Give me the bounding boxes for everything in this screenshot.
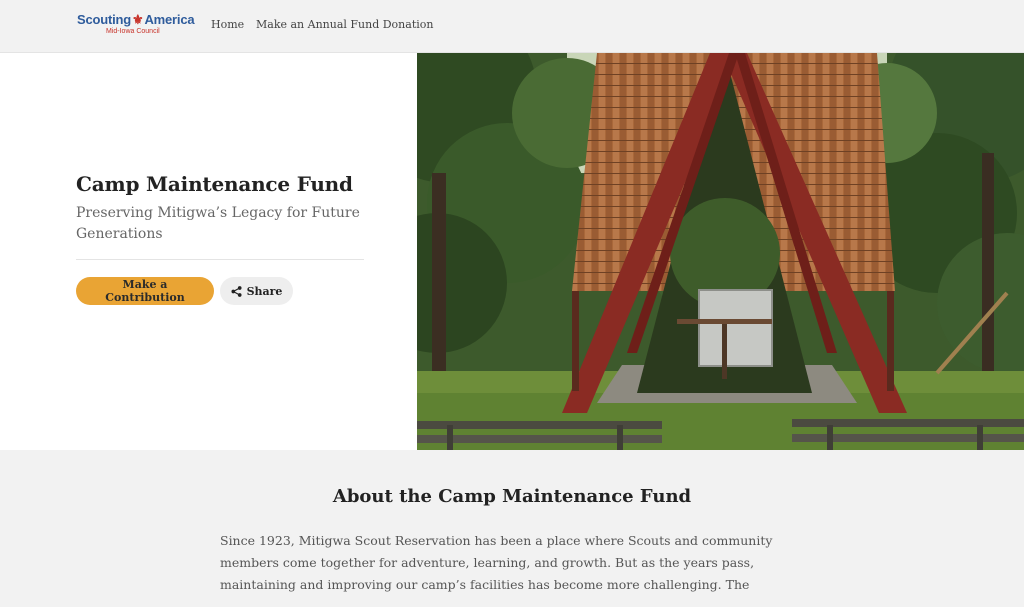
share-button[interactable]: Share xyxy=(220,277,293,305)
about-paragraph: Since 1923, Mitigwa Scout Reservation ha… xyxy=(220,533,773,592)
nav-annual-fund-link[interactable]: Make an Annual Fund Donation xyxy=(256,18,433,31)
page-title: Camp Maintenance Fund xyxy=(76,172,353,196)
make-contribution-button[interactable]: Make a Contribution xyxy=(76,277,214,305)
share-icon xyxy=(231,285,242,297)
logo-brand-left: Scouting xyxy=(77,12,132,27)
scouting-america-logo[interactable]: Scouting⚜America Mid-Iowa Council xyxy=(77,12,195,40)
hero-panel xyxy=(0,53,417,450)
a-frame-shelter-illustration xyxy=(417,53,1024,450)
logo-wordmark: Scouting⚜America xyxy=(77,12,195,28)
fleur-de-lis-icon: ⚜ xyxy=(132,12,144,27)
make-contribution-label: Make a Contribution xyxy=(105,278,185,304)
hero-image xyxy=(417,53,1024,450)
nav-home-link[interactable]: Home xyxy=(211,18,244,31)
logo-brand-right: America xyxy=(144,12,195,27)
page-subtitle: Preserving Mitigwa’s Legacy for Future G… xyxy=(76,205,360,242)
logo-council-name: Mid-Iowa Council xyxy=(106,28,160,35)
share-label: Share xyxy=(246,284,283,298)
about-heading: About the Camp Maintenance Fund xyxy=(332,486,692,507)
site-header: Scouting⚜America Mid-Iowa Council Home M… xyxy=(0,0,1024,53)
hero-divider xyxy=(76,259,364,260)
